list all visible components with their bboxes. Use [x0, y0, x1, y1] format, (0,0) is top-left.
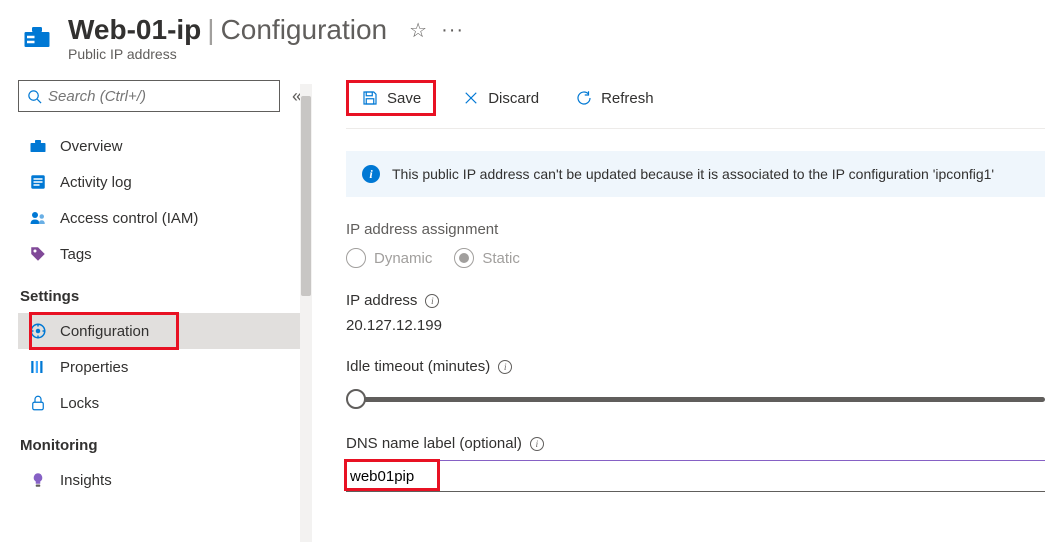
idle-timeout-slider[interactable] — [346, 387, 1045, 411]
dns-name-field: DNS name label (optional) i — [346, 435, 1045, 492]
main-content: Save Discard Refresh i This public IP ad… — [312, 72, 1045, 542]
info-banner: i This public IP address can't be update… — [346, 151, 1045, 197]
sidebar: « Overview Activity log Access control (… — [0, 72, 312, 542]
radio-dynamic: Dynamic — [346, 248, 432, 268]
sidebar-item-label: Configuration — [60, 323, 149, 340]
radio-outer — [346, 248, 366, 268]
header-titles: Web-01-ip | Configuration ☆ ··· Public I… — [68, 14, 1025, 62]
access-control-icon — [28, 208, 48, 228]
radio-label: Static — [482, 250, 520, 267]
ip-value: 20.127.12.199 — [346, 317, 1045, 334]
search-box[interactable] — [18, 80, 280, 112]
sidebar-item-label: Locks — [60, 395, 99, 412]
search-icon — [27, 89, 42, 104]
locks-icon — [28, 393, 48, 413]
page-title: Configuration — [221, 14, 388, 46]
save-label: Save — [387, 90, 421, 107]
public-ip-icon — [20, 20, 54, 54]
discard-icon — [462, 89, 480, 107]
banner-message: This public IP address can't be updated … — [392, 166, 994, 182]
overview-icon — [28, 136, 48, 156]
tags-icon — [28, 244, 48, 264]
assignment-field: IP address assignment Dynamic Static — [346, 221, 1045, 268]
sidebar-item-label: Access control (IAM) — [60, 210, 198, 227]
refresh-button[interactable]: Refresh — [565, 83, 664, 113]
ip-label: IP address i — [346, 292, 1045, 309]
sidebar-item-label: Tags — [60, 246, 92, 263]
sidebar-item-label: Activity log — [60, 174, 132, 191]
sidebar-item-overview[interactable]: Overview — [18, 128, 312, 164]
info-tooltip-icon[interactable]: i — [530, 437, 544, 451]
slider-thumb[interactable] — [346, 389, 366, 409]
radio-label: Dynamic — [374, 250, 432, 267]
refresh-icon — [575, 89, 593, 107]
sidebar-item-tags[interactable]: Tags — [18, 236, 312, 272]
sidebar-item-label: Overview — [60, 138, 123, 155]
discard-button[interactable]: Discard — [452, 83, 549, 113]
activity-log-icon — [28, 172, 48, 192]
sidebar-item-insights[interactable]: Insights — [18, 462, 312, 498]
sidebar-item-activity-log[interactable]: Activity log — [18, 164, 312, 200]
info-icon: i — [362, 165, 380, 183]
sidebar-item-properties[interactable]: Properties — [18, 349, 312, 385]
discard-label: Discard — [488, 90, 539, 107]
configuration-icon — [28, 321, 48, 341]
dns-name-input[interactable] — [346, 462, 1045, 492]
idle-timeout-field: Idle timeout (minutes) i — [346, 358, 1045, 411]
sidebar-item-access-control[interactable]: Access control (IAM) — [18, 200, 312, 236]
resource-type: Public IP address — [68, 46, 1025, 62]
red-highlight-save: Save — [346, 80, 436, 116]
ip-address-field: IP address i 20.127.12.199 — [346, 292, 1045, 334]
refresh-label: Refresh — [601, 90, 654, 107]
sidebar-item-label: Properties — [60, 359, 128, 376]
more-icon[interactable]: ··· — [441, 19, 464, 42]
assignment-label: IP address assignment — [346, 221, 1045, 238]
radio-static: Static — [454, 248, 520, 268]
info-tooltip-icon[interactable]: i — [425, 294, 439, 308]
dns-label: DNS name label (optional) i — [346, 435, 1045, 452]
save-button[interactable]: Save — [357, 87, 425, 109]
search-input[interactable] — [48, 88, 271, 105]
sidebar-item-configuration[interactable]: Configuration — [18, 313, 312, 349]
radio-outer — [454, 248, 474, 268]
resource-name: Web-01-ip — [68, 14, 201, 46]
idle-label: Idle timeout (minutes) i — [346, 358, 1045, 375]
scrollbar-thumb[interactable] — [301, 96, 311, 296]
star-icon[interactable]: ☆ — [409, 18, 427, 43]
properties-icon — [28, 357, 48, 377]
toolbar: Save Discard Refresh — [346, 80, 1045, 129]
scrollbar-track[interactable] — [300, 84, 312, 542]
info-tooltip-icon[interactable]: i — [498, 360, 512, 374]
sidebar-item-label: Insights — [60, 472, 112, 489]
page-header: Web-01-ip | Configuration ☆ ··· Public I… — [0, 0, 1045, 72]
insights-icon — [28, 470, 48, 490]
sidebar-item-locks[interactable]: Locks — [18, 385, 312, 421]
sidebar-heading-monitoring: Monitoring — [18, 421, 312, 462]
save-icon — [361, 89, 379, 107]
sidebar-heading-settings: Settings — [18, 272, 312, 313]
title-divider: | — [207, 14, 214, 46]
